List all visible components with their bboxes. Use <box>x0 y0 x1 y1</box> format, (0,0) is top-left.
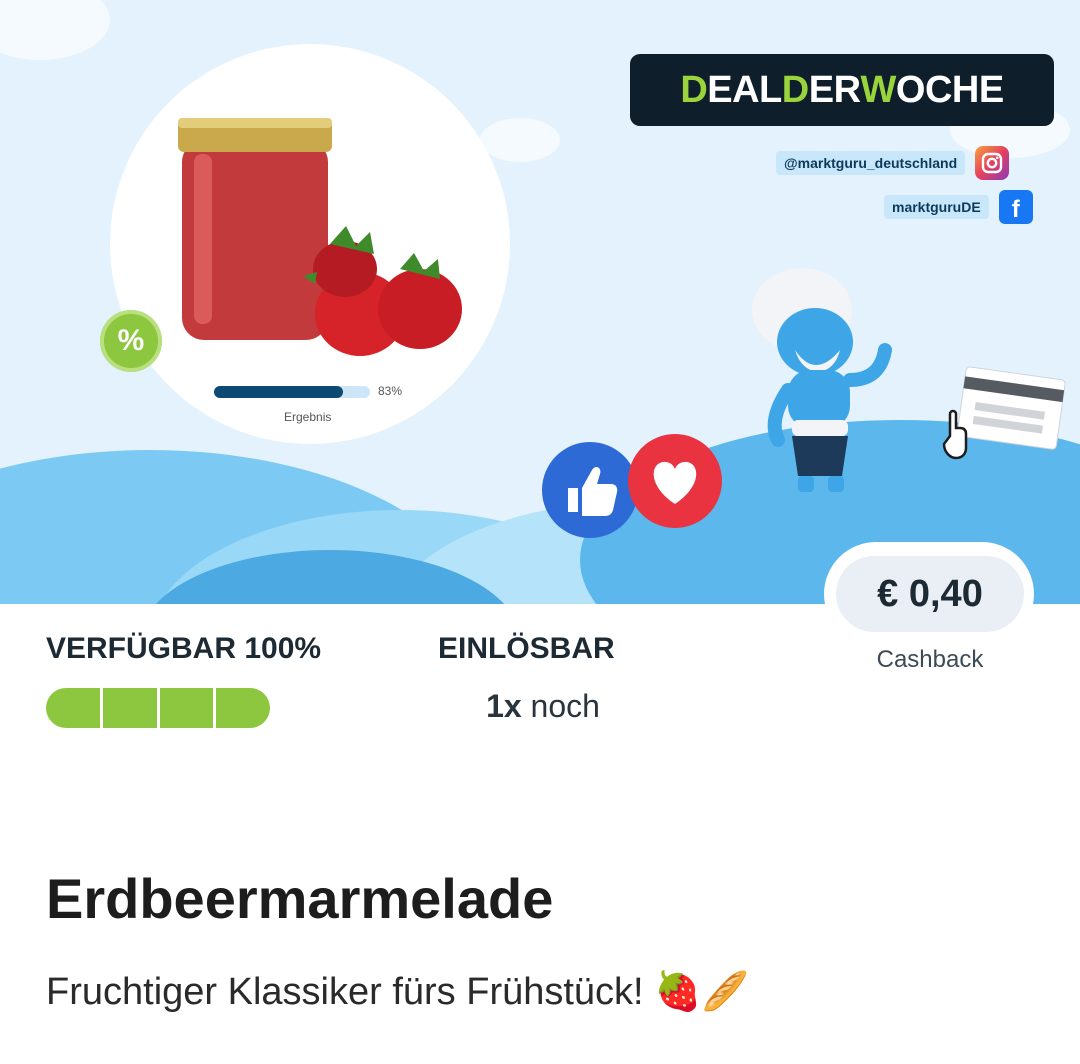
cashback-amount: € 0,40 <box>836 556 1024 632</box>
product-description: Fruchtiger Klassiker fürs Frühstück! 🍓🥖 <box>46 971 749 1013</box>
mascot-illustration <box>740 250 910 505</box>
deal-title-part: D <box>781 68 809 111</box>
deal-banner: % 83% Ergebnis D EAL D ER W OCHE @marktguru… <box>0 0 1080 604</box>
like-icon <box>542 442 638 538</box>
instagram-icon[interactable] <box>975 146 1010 180</box>
cashback-label: Cashback <box>876 646 984 673</box>
deal-title-part: W <box>860 68 897 111</box>
instagram-row[interactable]: @marktguru_deutschland <box>776 146 1010 180</box>
heart-icon <box>628 434 722 528</box>
product-image-circle <box>110 44 510 444</box>
deal-title-part: OCHE <box>895 68 1004 111</box>
product-progress-fill <box>214 386 344 398</box>
redeemable-count: 1x noch <box>438 688 648 725</box>
availability-segment <box>103 688 160 728</box>
deal-of-the-week-badge: D EAL D ER W OCHE <box>630 54 1054 126</box>
availability-label: VERFÜGBAR 100% <box>46 632 322 665</box>
deal-title-part: EAL <box>707 68 782 111</box>
deal-title-part: ER <box>808 68 861 111</box>
availability-segment <box>46 688 103 728</box>
facebook-handle[interactable]: marktguruDE <box>884 195 989 219</box>
product-title: Erdbeermarmelade <box>46 867 554 930</box>
redeemable-count-suffix: noch <box>521 688 600 724</box>
redeemable-label: EINLÖSBAR <box>438 632 615 665</box>
percent-badge-icon: % <box>100 310 162 372</box>
instagram-handle[interactable]: @marktguru_deutschland <box>776 151 966 175</box>
product-progress-bar <box>214 386 370 398</box>
availability-bar <box>46 688 270 728</box>
facebook-row[interactable]: marktguruDE f <box>884 190 1033 224</box>
redeemable-count-number: 1x <box>486 688 522 724</box>
product-progress-value: 83% <box>378 384 403 398</box>
receipt-card-icon <box>938 366 1068 471</box>
facebook-icon[interactable]: f <box>998 190 1033 224</box>
availability-segment <box>216 688 270 728</box>
jam-jar-image <box>178 118 462 356</box>
deal-title-part: D <box>680 68 708 111</box>
product-progress-caption: Ergebnis <box>284 410 332 424</box>
availability-segment <box>160 688 217 728</box>
